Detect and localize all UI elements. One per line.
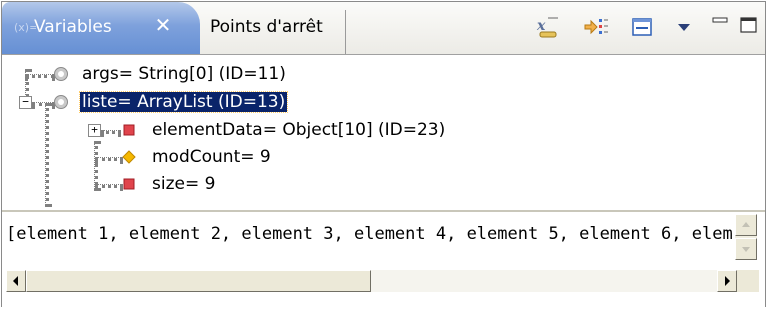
protected-field-icon [122, 150, 136, 164]
tree-row-modcount[interactable]: modCount= 9 [2, 144, 765, 172]
tree-connector [95, 157, 123, 161]
horizontal-scrollbar[interactable] [6, 270, 737, 292]
arrow-right-icon [725, 276, 730, 286]
arrow-down-icon [742, 247, 750, 252]
tree-connector [25, 74, 55, 78]
variables-view: (x)= Variables ✕ Points d'arrêt x args= … [1, 1, 766, 308]
variables-tree: args= String[0] (ID=11) − liste= ArrayLi… [2, 55, 765, 209]
arrow-up-icon [742, 222, 750, 227]
tree-guide-line [94, 141, 98, 191]
expand-toggle[interactable]: + [88, 124, 101, 137]
tree-connector [95, 184, 123, 188]
tree-row-args[interactable]: args= String[0] (ID=11) [2, 61, 765, 89]
local-variable-icon [54, 95, 68, 109]
variables-icon: (x)= [14, 20, 38, 34]
arrow-left-icon [13, 276, 18, 286]
scroll-up-button[interactable] [735, 214, 757, 236]
svg-text:(x)=: (x)= [14, 21, 36, 34]
view-menu-icon[interactable] [670, 13, 698, 41]
tab-breakpoints[interactable]: Points d'arrêt [200, 10, 346, 54]
variable-label: elementData= Object[10] (ID=23) [152, 120, 446, 140]
show-type-names-icon[interactable]: x [534, 13, 562, 41]
tree-row-liste[interactable]: − liste= ArrayList (ID=13) [2, 89, 765, 117]
layout-icon[interactable] [628, 13, 656, 41]
maximize-icon[interactable] [736, 13, 764, 41]
minimize-icon[interactable] [707, 13, 735, 41]
tree-connector [101, 130, 121, 134]
tree-row-elementdata[interactable]: + elementData= Object[10] (ID=23) [2, 117, 765, 145]
tab-breakpoints-label: Points d'arrêt [210, 17, 323, 37]
close-icon[interactable]: ✕ [154, 15, 172, 35]
tab-variables-label: Variables [34, 17, 112, 37]
vertical-scrollbar[interactable] [735, 214, 757, 260]
tab-variables[interactable]: (x)= Variables ✕ [2, 2, 200, 54]
collapse-all-icon[interactable] [582, 13, 610, 41]
local-variable-icon [54, 67, 68, 81]
variable-label: size= 9 [152, 174, 216, 194]
private-field-icon [123, 124, 135, 136]
view-tab-bar: (x)= Variables ✕ Points d'arrêt x [2, 2, 765, 55]
scroll-thumb[interactable] [26, 270, 371, 292]
variable-label: liste= ArrayList (ID=13) [78, 91, 289, 113]
collapse-toggle[interactable]: − [19, 96, 32, 109]
detail-pane[interactable]: [element 1, element 2, element 3, elemen… [2, 210, 765, 308]
scrollbar-corner [737, 270, 759, 292]
scroll-right-button[interactable] [717, 270, 737, 292]
scroll-down-button[interactable] [735, 238, 757, 260]
detail-value-text[interactable]: [element 1, element 2, element 3, elemen… [6, 224, 732, 244]
tree-row-size[interactable]: size= 9 [2, 171, 765, 199]
variable-label: args= String[0] (ID=11) [82, 64, 286, 84]
scroll-left-button[interactable] [6, 270, 26, 292]
private-field-icon [123, 178, 135, 190]
variable-label: modCount= 9 [152, 147, 271, 167]
tree-connector [32, 102, 55, 106]
